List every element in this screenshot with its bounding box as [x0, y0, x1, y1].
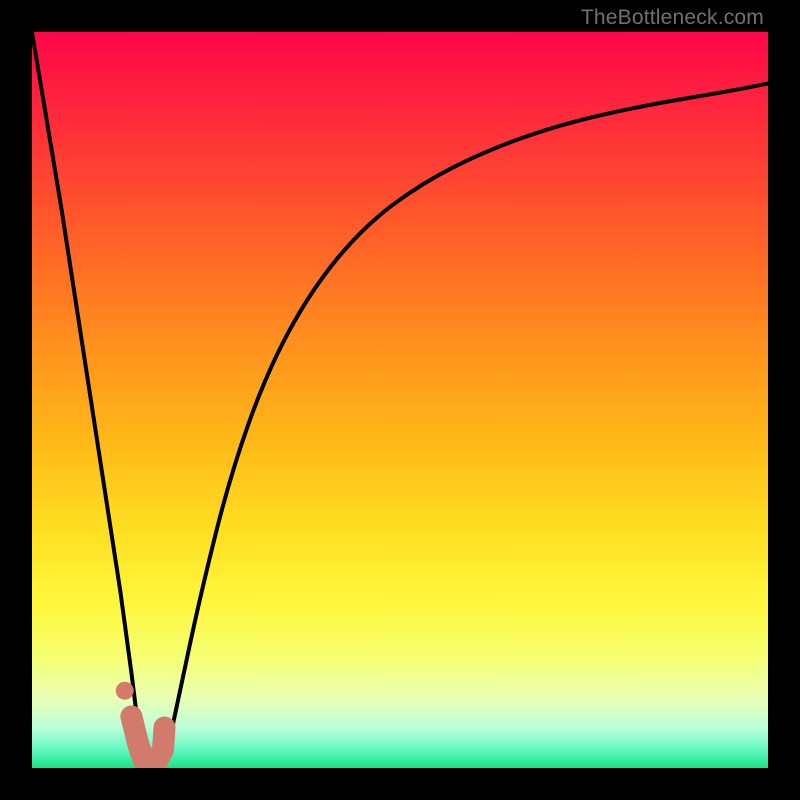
curve-layer [32, 32, 768, 768]
trough-marker [116, 682, 165, 761]
watermark-text: TheBottleneck.com [581, 6, 764, 30]
plot-area [32, 32, 768, 768]
series-right-branch [164, 84, 768, 765]
series-left-branch [32, 32, 144, 764]
chart-frame: TheBottleneck.com [0, 0, 800, 800]
